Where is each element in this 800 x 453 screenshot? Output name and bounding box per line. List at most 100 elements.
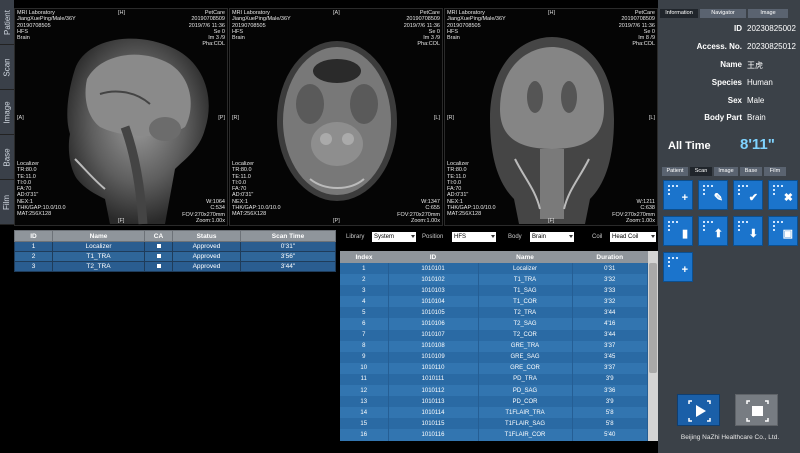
cell-duration: 3'37 (572, 362, 648, 374)
vp2-orient-bottom: [P] (333, 218, 340, 224)
cell-index: 9 (340, 351, 389, 363)
left-nav: Patient Scan Image Base Film (0, 0, 14, 225)
info-access-label: Access. No. (696, 42, 742, 51)
cell-seq-name: T2_COR (478, 329, 573, 341)
sequence-row[interactable]: 9 1010109 GRE_SAG 3'45 (340, 351, 648, 363)
sequence-row[interactable]: 5 1010105 T2_TRA 3'44 (340, 307, 648, 319)
cell-index: 3 (340, 285, 389, 297)
protocol-row[interactable]: 2 T1_TRA Approved 3'56" (14, 251, 336, 262)
position-select[interactable]: HFS (452, 232, 496, 242)
chevron-down-icon (569, 235, 573, 238)
vp2-patient: JiangXuePing/Male/36Y (232, 16, 291, 23)
sequence-row[interactable]: 12 1010112 PD_SAG 3'36 (340, 385, 648, 397)
mri-console: Patient Scan Image Base Film MRI Laborat… (0, 0, 800, 453)
cell-index: 4 (340, 296, 389, 308)
add-sequence-button[interactable]: + (663, 180, 693, 210)
move-up-button[interactable]: ⬆ (698, 216, 728, 246)
trash-button[interactable]: ▮ (663, 216, 693, 246)
start-scan-button[interactable] (677, 394, 720, 426)
tab-scan[interactable]: Scan (690, 167, 712, 176)
library-select[interactable]: System (372, 232, 416, 242)
cell-seq-id: 1010106 (388, 318, 479, 330)
save-button[interactable]: ▣ (768, 216, 798, 246)
cell-name: T1_TRA (52, 251, 145, 262)
cell-duration: 3'32 (572, 274, 648, 286)
frame-icon (668, 221, 678, 231)
sequence-row[interactable]: 1 1010101 Localizer 0'31 (340, 263, 648, 275)
nav-patient[interactable]: Patient (0, 0, 14, 45)
tab-navigator[interactable]: Navigator (700, 9, 746, 18)
tab-image[interactable]: Image (748, 9, 788, 18)
nav-scan[interactable]: Scan (0, 45, 14, 90)
sequence-row[interactable]: 15 1010115 T1FLAIR_SAG 5'8 (340, 418, 648, 430)
tab-patient[interactable]: Patient (662, 167, 688, 176)
insert-button[interactable]: + (663, 252, 693, 282)
tab-image-bottom[interactable]: Image (714, 167, 738, 176)
sequence-row[interactable]: 7 1010107 T2_COR 3'44 (340, 329, 648, 341)
tab-information[interactable]: Information (660, 9, 698, 18)
cell-id: 3 (14, 261, 53, 272)
nav-base[interactable]: Base (0, 135, 14, 180)
scroll-thumb[interactable] (649, 263, 657, 373)
edit-sequence-button[interactable]: ✎ (698, 180, 728, 210)
vp1-body: Brain (17, 35, 30, 42)
nav-film[interactable]: Film (0, 180, 14, 225)
cell-seq-name: T2_TRA (478, 307, 573, 319)
col-duration[interactable]: Duration (572, 251, 648, 263)
cell-seq-id: 1010104 (388, 296, 479, 308)
ca-checkbox[interactable] (144, 241, 173, 252)
sequence-row[interactable]: 3 1010103 T1_SAG 3'33 (340, 285, 648, 297)
stop-scan-button[interactable] (735, 394, 778, 426)
protocol-table: ID Name CA Status Scan Time 1 Localizer … (14, 230, 336, 272)
col-scan-time[interactable]: Scan Time (240, 230, 336, 242)
sequence-row[interactable]: 8 1010108 GRE_TRA 3'37 (340, 340, 648, 352)
col-seq-name[interactable]: Name (478, 251, 572, 263)
tab-film[interactable]: Film (764, 167, 786, 176)
col-name[interactable]: Name (52, 230, 145, 242)
sequence-row[interactable]: 2 1010102 T1_TRA 3'32 (340, 274, 648, 286)
cell-time: 0'31" (240, 241, 336, 252)
col-id[interactable]: ID (14, 230, 53, 242)
cell-seq-name: T1_TRA (478, 274, 573, 286)
sequence-row[interactable]: 13 1010113 PD_COR 3'9 (340, 396, 648, 408)
protocol-row[interactable]: 3 T2_TRA Approved 3'44" (14, 261, 336, 272)
x-icon: ✖ (783, 192, 793, 204)
info-id-label: ID (734, 24, 742, 33)
coil-select[interactable]: Head Coil (610, 232, 656, 242)
sequence-row[interactable]: 11 1010111 PD_TRA 3'9 (340, 373, 648, 386)
cell-seq-name: T1_COR (478, 296, 573, 308)
nav-image[interactable]: Image (0, 90, 14, 135)
vp3-bl-8: MAT:256X128 (447, 211, 482, 218)
cell-seq-id: 1010102 (388, 274, 479, 286)
position-label: Position (422, 234, 444, 240)
viewport-axial[interactable]: MRI Laboratory JiangXuePing/Male/36Y 201… (229, 8, 443, 226)
protocol-row[interactable]: 1 Localizer Approved 0'31" (14, 241, 336, 252)
cell-index: 5 (340, 307, 389, 319)
cell-index: 1 (340, 263, 389, 275)
ca-checkbox[interactable] (144, 261, 173, 272)
col-seq-id[interactable]: ID (388, 251, 478, 263)
sequence-row[interactable]: 10 1010110 GRE_COR 3'37 (340, 362, 648, 374)
sequence-row[interactable]: 16 1010116 T1FLAIR_COR 5'40 (340, 429, 648, 441)
viewport-sagittal[interactable]: MRI Laboratory JiangXuePing/Male/36Y 201… (14, 8, 228, 226)
body-select[interactable]: Brain (530, 232, 574, 242)
delete-sequence-button[interactable]: ✖ (768, 180, 798, 210)
sequence-row[interactable]: 4 1010104 T1_COR 3'32 (340, 296, 648, 308)
cell-index: 12 (340, 385, 389, 397)
col-index[interactable]: Index (340, 251, 388, 263)
cell-duration: 4'16 (572, 318, 648, 330)
ca-checkbox[interactable] (144, 251, 173, 262)
cell-id: 1 (14, 241, 53, 252)
sequence-row[interactable]: 6 1010106 T2_SAG 4'16 (340, 318, 648, 330)
sequence-scrollbar[interactable] (648, 251, 658, 441)
confirm-sequence-button[interactable]: ✔ (733, 180, 763, 210)
vp2-bl-8: MAT:256X128 (232, 211, 267, 218)
move-down-button[interactable]: ⬇ (733, 216, 763, 246)
col-ca[interactable]: CA (144, 230, 173, 242)
frame-icon (738, 221, 748, 231)
tab-base[interactable]: Base (740, 167, 762, 176)
viewport-coronal[interactable]: MRI Laboratory JiangXuePing/Male/36Y 201… (444, 8, 658, 226)
col-status[interactable]: Status (172, 230, 241, 242)
sequence-row[interactable]: 14 1010114 T1FLAIR_TRA 5'8 (340, 407, 648, 419)
arrow-up-icon: ⬆ (713, 228, 723, 240)
